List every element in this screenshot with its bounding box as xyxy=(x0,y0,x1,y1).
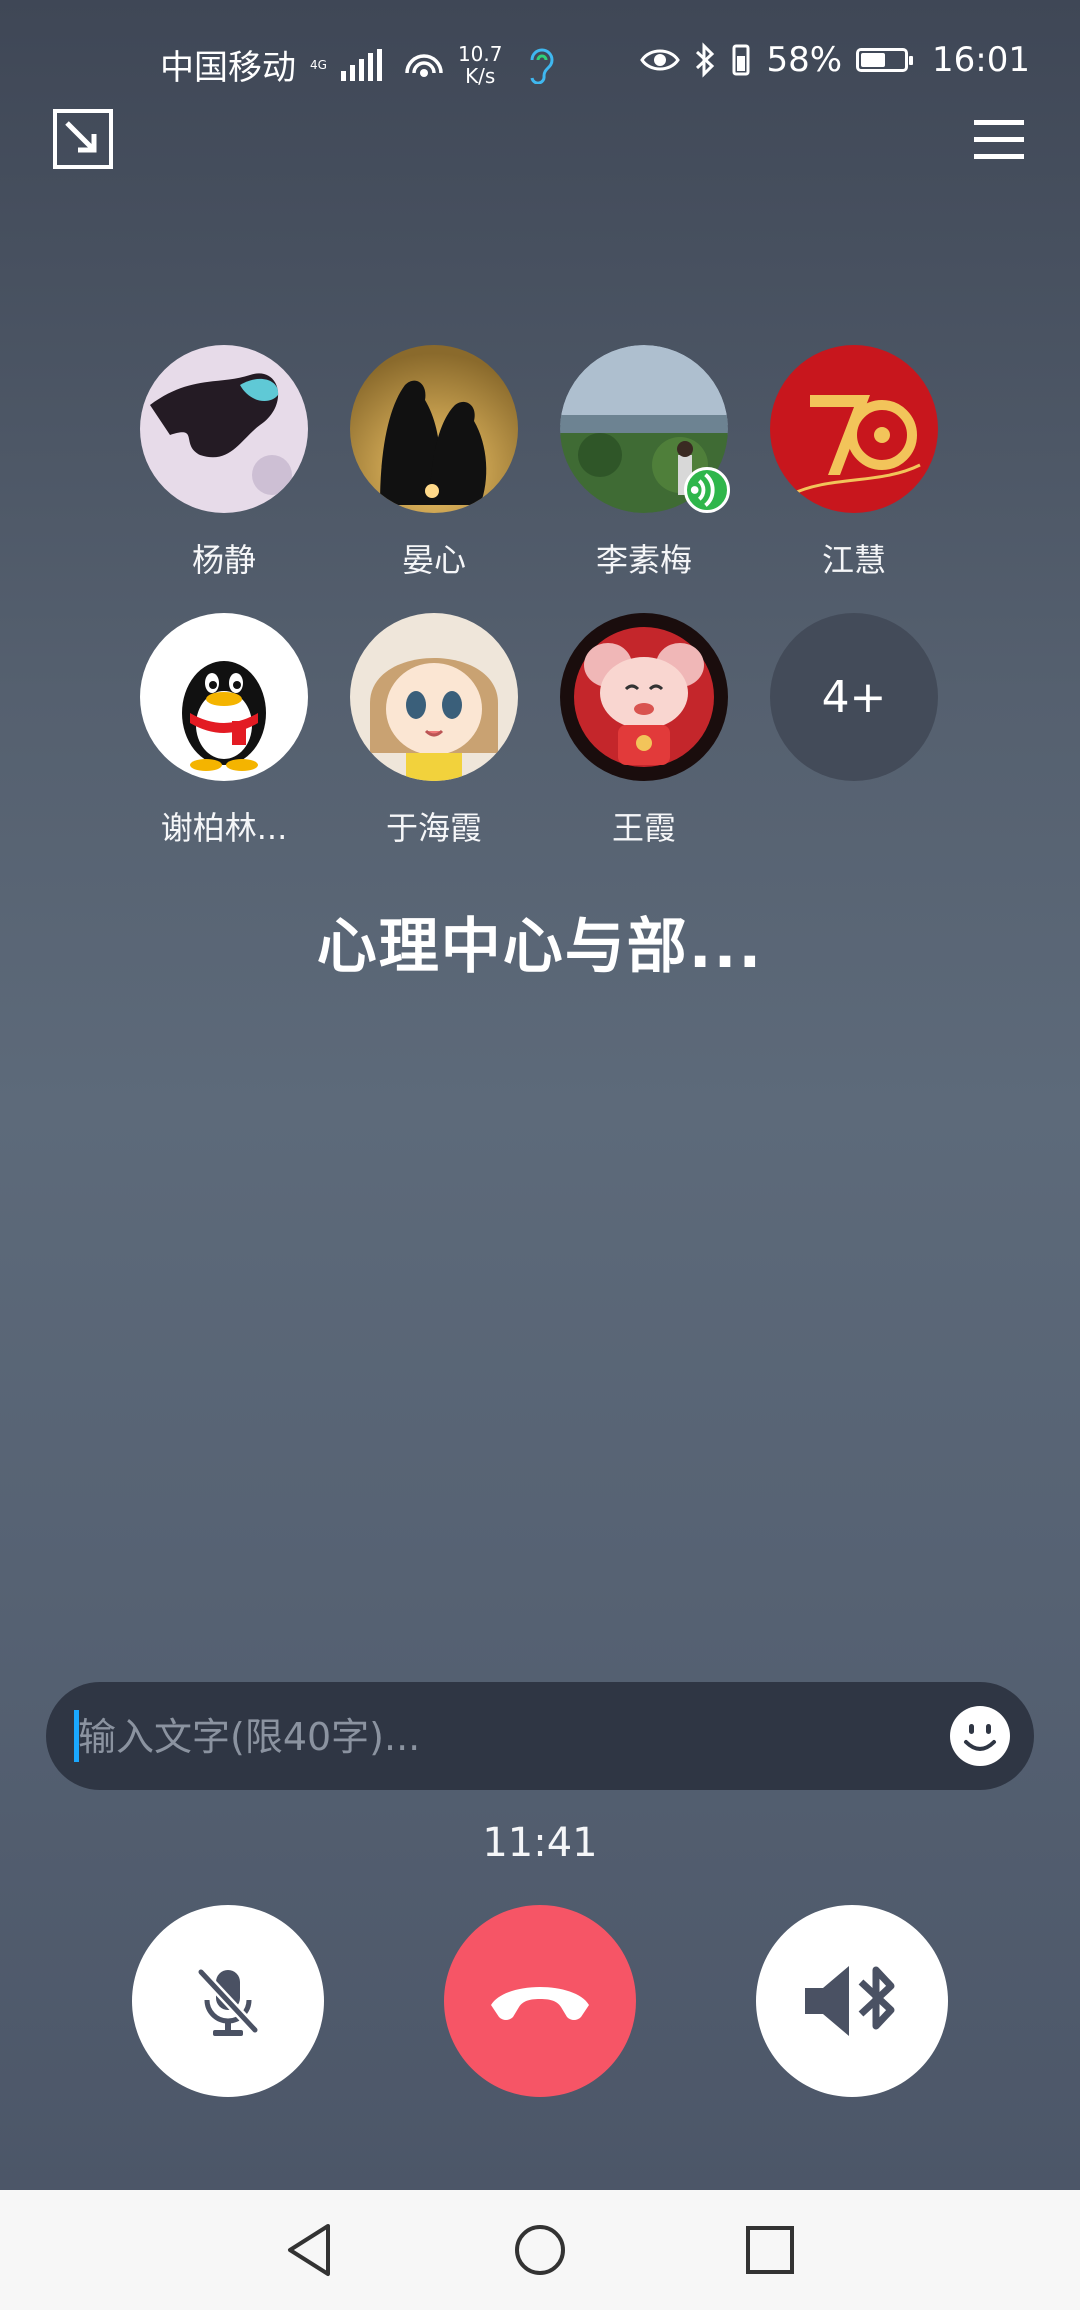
avatar xyxy=(350,613,518,781)
participant-item[interactable]: 晏心 xyxy=(350,345,518,613)
participant-item[interactable]: 谢柏林... xyxy=(140,613,308,881)
avatar xyxy=(350,345,518,513)
avatar xyxy=(770,345,938,513)
avatar xyxy=(140,613,308,781)
more-participants-button[interactable]: 4+ xyxy=(770,613,938,781)
battery-percent: 58% xyxy=(766,40,843,80)
participant-item[interactable]: 杨静 xyxy=(140,345,308,613)
participant-name: 王霞 xyxy=(611,809,676,847)
mic-off-icon xyxy=(197,1968,259,2036)
bluetooth-speaker-icon xyxy=(805,1966,895,2036)
speaker-button[interactable] xyxy=(756,1905,948,2097)
clock: 16:01 xyxy=(932,40,1030,80)
navigation-bar xyxy=(0,2190,1080,2310)
mute-button[interactable] xyxy=(132,1905,324,2097)
signal-icon xyxy=(340,48,382,81)
network-speed: 10.7 K/s xyxy=(458,43,503,87)
participant-item[interactable]: 王霞 xyxy=(560,613,728,881)
eye-icon xyxy=(640,49,681,71)
more-participants[interactable]: 4+ xyxy=(770,613,938,881)
chat-input-bar xyxy=(46,1682,1034,1792)
avatar xyxy=(560,613,728,781)
speaking-indicator-icon xyxy=(684,467,730,513)
call-timer: 11:41 xyxy=(482,1820,598,1866)
recents-icon[interactable] xyxy=(740,2220,800,2280)
home-icon[interactable] xyxy=(510,2220,570,2280)
participant-grid: 杨静 晏心 李素梅 江慧 谢柏林... 于海霞 王霞 4+ xyxy=(140,345,940,881)
participant-name: 谢柏林... xyxy=(160,809,288,847)
network-type: 4G xyxy=(310,57,327,72)
battery-icon xyxy=(856,48,914,72)
message-input[interactable] xyxy=(76,1682,960,1792)
back-icon[interactable] xyxy=(280,2220,340,2280)
vibrate-icon xyxy=(732,44,750,76)
minimize-icon[interactable] xyxy=(52,108,114,170)
more-count: 4+ xyxy=(821,671,887,723)
speed-value: 10.7 xyxy=(457,41,503,66)
status-right: 58% 16:01 xyxy=(640,40,1030,80)
participant-name: 晏心 xyxy=(401,541,466,579)
status-left: 中国移动 4G 10.7 K/s xyxy=(160,40,556,89)
avatar xyxy=(140,345,308,513)
participant-item[interactable]: 于海霞 xyxy=(350,613,518,881)
hearing-icon xyxy=(530,48,554,84)
carrier-name: 中国移动 xyxy=(160,48,296,88)
group-title: 心理中心与部... xyxy=(316,912,764,982)
participant-name: 李素梅 xyxy=(595,541,692,579)
wifi-hotspot-icon xyxy=(405,53,443,77)
avatar xyxy=(560,345,730,513)
menu-icon[interactable] xyxy=(968,108,1030,170)
participant-name: 江慧 xyxy=(821,541,886,579)
participant-item[interactable]: 江慧 xyxy=(770,345,938,613)
hang-up-icon xyxy=(491,1987,589,2020)
speed-unit: K/s xyxy=(465,63,496,88)
emoji-icon[interactable] xyxy=(948,1704,1012,1768)
hang-up-button[interactable] xyxy=(444,1905,636,2097)
status-bar: 中国移动 4G 10.7 K/s 58% 16:01 xyxy=(0,0,1080,125)
bluetooth-icon xyxy=(696,42,715,78)
participant-item[interactable]: 李素梅 xyxy=(560,345,730,613)
participant-name: 于海霞 xyxy=(385,809,482,847)
participant-name: 杨静 xyxy=(191,541,256,579)
